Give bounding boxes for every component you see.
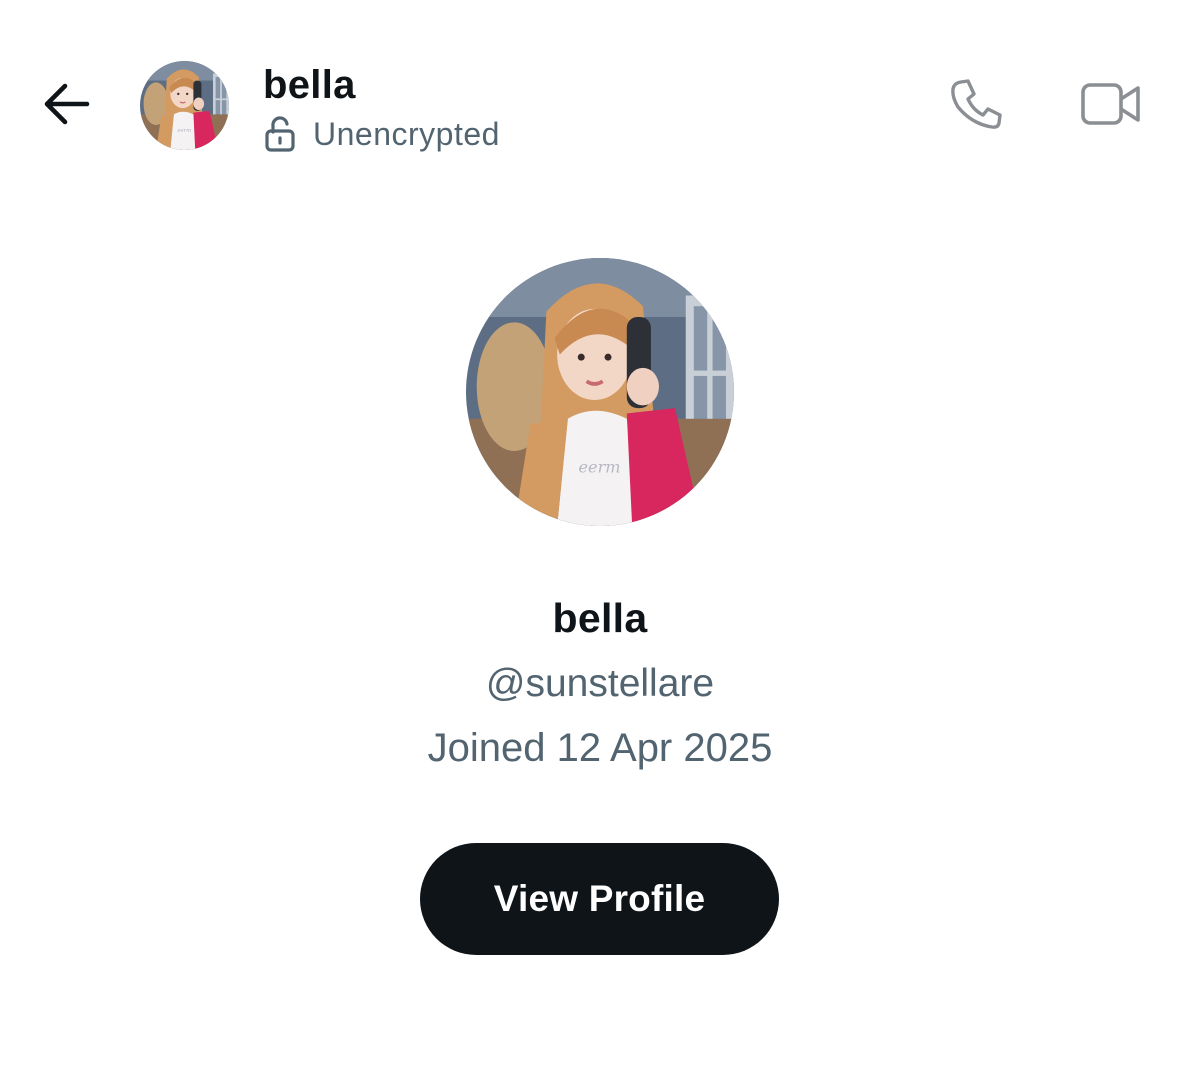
voice-call-button[interactable] bbox=[946, 76, 1006, 136]
arrow-left-icon bbox=[41, 82, 91, 131]
encryption-status[interactable]: Unencrypted bbox=[264, 114, 500, 154]
header-contact-name[interactable]: bella bbox=[263, 62, 356, 108]
view-profile-button[interactable]: View Profile bbox=[420, 843, 779, 955]
header-avatar[interactable] bbox=[140, 61, 229, 150]
video-camera-icon bbox=[1080, 82, 1142, 131]
profile-card: bella @sunstellare Joined 12 Apr 2025 Vi… bbox=[0, 250, 1200, 970]
back-button[interactable] bbox=[36, 76, 96, 136]
profile-avatar[interactable] bbox=[466, 258, 734, 526]
profile-name: bella bbox=[552, 595, 648, 641]
profile-joined-date: Joined 12 Apr 2025 bbox=[427, 726, 773, 770]
phone-icon bbox=[948, 77, 1004, 136]
profile-handle: @sunstellare bbox=[485, 662, 715, 705]
video-call-button[interactable] bbox=[1078, 76, 1144, 136]
encryption-label: Unencrypted bbox=[313, 115, 500, 152]
conversation-header: bella Unencrypted bbox=[0, 0, 1200, 200]
unlocked-padlock-icon bbox=[264, 116, 296, 152]
